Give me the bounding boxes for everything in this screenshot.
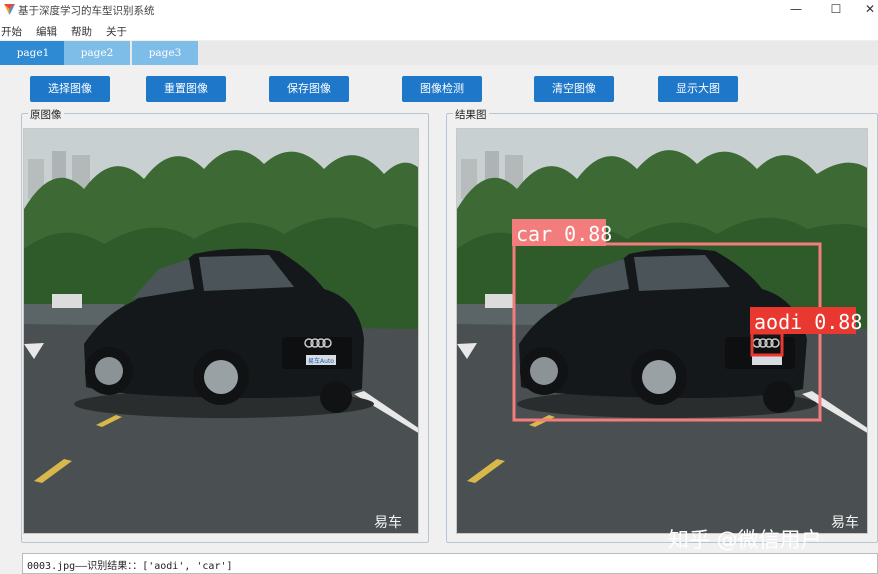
- yiche-watermark-original: 易车: [374, 514, 402, 531]
- close-button[interactable]: ✕: [852, 0, 878, 20]
- tab-page1[interactable]: page1: [0, 41, 66, 65]
- detect-image-button[interactable]: 图像检测: [402, 76, 482, 102]
- save-image-button[interactable]: 保存图像: [269, 76, 349, 102]
- result-image: car 0.88 aodi 0.88 易车: [456, 128, 868, 534]
- title-bar: 基于深度学习的车型识别系统 — ☐ ✕: [0, 0, 878, 20]
- result-status-field[interactable]: 0003.jpg——识别结果：：['aodi', 'car']: [22, 553, 878, 574]
- license-plate-text: 易车Auto: [308, 357, 334, 365]
- original-image-label: 原图像: [28, 107, 64, 122]
- tab-page3[interactable]: page3: [132, 41, 198, 65]
- result-image-label: 结果图: [453, 107, 489, 122]
- result-status-text: 0003.jpg——识别结果：：['aodi', 'car']: [27, 561, 233, 572]
- menu-bar: 开始 编辑 帮助 关于: [0, 20, 878, 40]
- show-large-image-button[interactable]: 显示大图: [658, 76, 738, 102]
- tab-bar: page1 page2 page3: [0, 41, 878, 65]
- tab-page2[interactable]: page2: [64, 41, 130, 65]
- app-logo-icon: [4, 4, 15, 15]
- maximize-button[interactable]: ☐: [818, 0, 854, 20]
- window-title: 基于深度学习的车型识别系统: [18, 5, 155, 17]
- yiche-watermark-result: 易车: [831, 514, 859, 531]
- reset-image-button[interactable]: 重置图像: [146, 76, 226, 102]
- menu-item-about[interactable]: 关于: [106, 24, 127, 39]
- minimize-button[interactable]: —: [778, 0, 814, 20]
- menu-item-help[interactable]: 帮助: [71, 24, 92, 39]
- car-photo-original: 易车Auto 易车: [24, 129, 418, 533]
- aodi-detection-label: aodi 0.88: [754, 310, 862, 334]
- zhihu-watermark: 知乎 @微信用户: [668, 528, 822, 552]
- menu-item-start[interactable]: 开始: [1, 24, 22, 39]
- clear-image-button[interactable]: 清空图像: [534, 76, 614, 102]
- car-detection-label: car 0.88: [516, 222, 612, 246]
- car-photo-result: car 0.88 aodi 0.88 易车: [457, 129, 867, 533]
- menu-item-edit[interactable]: 编辑: [36, 24, 57, 39]
- original-image: 易车Auto 易车: [23, 128, 419, 534]
- select-image-button[interactable]: 选择图像: [30, 76, 110, 102]
